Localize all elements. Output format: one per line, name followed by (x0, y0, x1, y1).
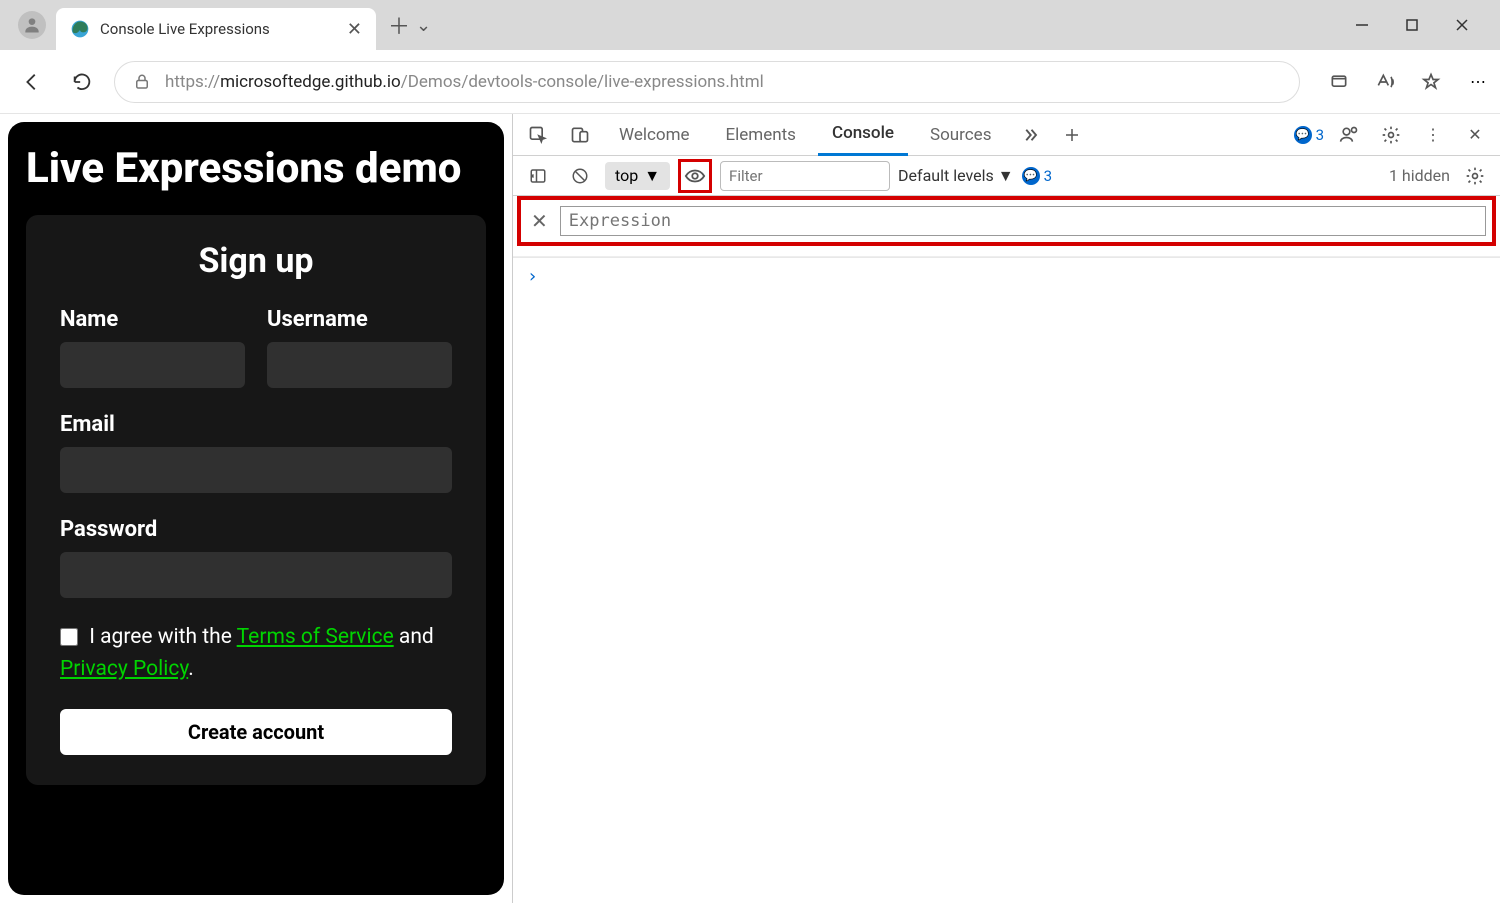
address-bar[interactable]: https://microsoftedge.github.io/Demos/de… (114, 61, 1300, 103)
hidden-messages-text[interactable]: 1 hidden (1389, 166, 1450, 185)
console-output[interactable]: › (513, 257, 1500, 903)
tos-link[interactable]: Terms of Service (237, 625, 394, 649)
close-devtools-icon[interactable]: ✕ (1458, 118, 1492, 152)
settings-icon[interactable] (1374, 118, 1408, 152)
profile-icon[interactable] (18, 11, 46, 39)
minimize-button[interactable] (1350, 13, 1374, 37)
webpage-content: Live Expressions demo Sign up Name Usern… (0, 114, 512, 903)
email-input[interactable] (60, 447, 452, 493)
read-aloud-icon[interactable] (1370, 67, 1400, 97)
console-settings-icon[interactable] (1458, 159, 1492, 193)
tab-welcome[interactable]: Welcome (605, 114, 704, 156)
username-input[interactable] (267, 342, 452, 388)
card-title: Sign up (60, 241, 452, 281)
password-input[interactable] (60, 552, 452, 598)
name-input[interactable] (60, 342, 245, 388)
devtools-panel: Welcome Elements Console Sources 💬3 ⋮ ✕ … (512, 114, 1500, 903)
tab-actions-dropdown-icon[interactable]: ⌄ (416, 15, 431, 36)
window-controls (1350, 13, 1492, 37)
back-button[interactable] (14, 64, 50, 100)
issues-badge[interactable]: 💬3 (1294, 126, 1324, 144)
browser-navbar: https://microsoftedge.github.io/Demos/de… (0, 50, 1500, 114)
feedback-icon[interactable] (1332, 118, 1366, 152)
inspect-element-icon[interactable] (521, 118, 555, 152)
add-tab-icon[interactable] (1055, 118, 1089, 152)
tab-sources[interactable]: Sources (916, 114, 1005, 156)
console-toolbar: top▼ Default levels▼ 💬3 1 hidden (513, 156, 1500, 196)
browser-titlebar: Console Live Expressions ✕ ＋ ⌄ (0, 0, 1500, 50)
favorites-icon[interactable] (1416, 67, 1446, 97)
name-label: Name (60, 307, 245, 332)
refresh-button[interactable] (64, 64, 100, 100)
menu-button[interactable]: ⋯ (1470, 72, 1486, 91)
agree-checkbox[interactable] (60, 628, 78, 646)
edge-favicon-icon (70, 19, 90, 39)
console-filter-input[interactable] (720, 161, 890, 191)
lock-icon (133, 73, 151, 91)
live-expression-button-highlight (678, 159, 712, 193)
tab-elements[interactable]: Elements (712, 114, 810, 156)
tab-title: Console Live Expressions (100, 20, 337, 38)
privacy-link[interactable]: Privacy Policy (60, 657, 188, 681)
console-prompt-icon: › (513, 258, 1500, 295)
context-selector[interactable]: top▼ (605, 162, 670, 190)
agree-text: I agree with the Terms of Service and Pr… (60, 622, 452, 685)
live-expression-row-highlight: ✕ (517, 196, 1496, 246)
tab-console[interactable]: Console (818, 114, 908, 156)
message-count-badge[interactable]: 💬3 (1022, 167, 1052, 185)
create-account-button[interactable]: Create account (60, 709, 452, 755)
username-label: Username (267, 307, 452, 332)
page-heading: Live Expressions demo (26, 144, 486, 193)
password-label: Password (60, 517, 452, 542)
app-mode-icon[interactable] (1324, 67, 1354, 97)
device-toggle-icon[interactable] (563, 118, 597, 152)
log-levels-dropdown[interactable]: Default levels▼ (898, 166, 1014, 186)
close-window-button[interactable] (1450, 13, 1474, 37)
more-tabs-icon[interactable] (1013, 118, 1047, 152)
toggle-sidebar-icon[interactable] (521, 159, 555, 193)
browser-tab[interactable]: Console Live Expressions ✕ (56, 8, 376, 50)
remove-expression-icon[interactable]: ✕ (527, 209, 552, 233)
url-text: https://microsoftedge.github.io/Demos/de… (165, 72, 764, 92)
new-tab-button[interactable]: ＋ (388, 9, 410, 41)
email-label: Email (60, 412, 452, 437)
live-expression-input[interactable] (560, 206, 1486, 236)
clear-console-icon[interactable] (563, 159, 597, 193)
maximize-button[interactable] (1400, 13, 1424, 37)
signup-card: Sign up Name Username Email Pa (26, 215, 486, 785)
devtools-menu-icon[interactable]: ⋮ (1416, 118, 1450, 152)
create-live-expression-icon[interactable] (682, 163, 708, 189)
devtools-tabbar: Welcome Elements Console Sources 💬3 ⋮ ✕ (513, 114, 1500, 156)
close-tab-icon[interactable]: ✕ (347, 19, 362, 40)
